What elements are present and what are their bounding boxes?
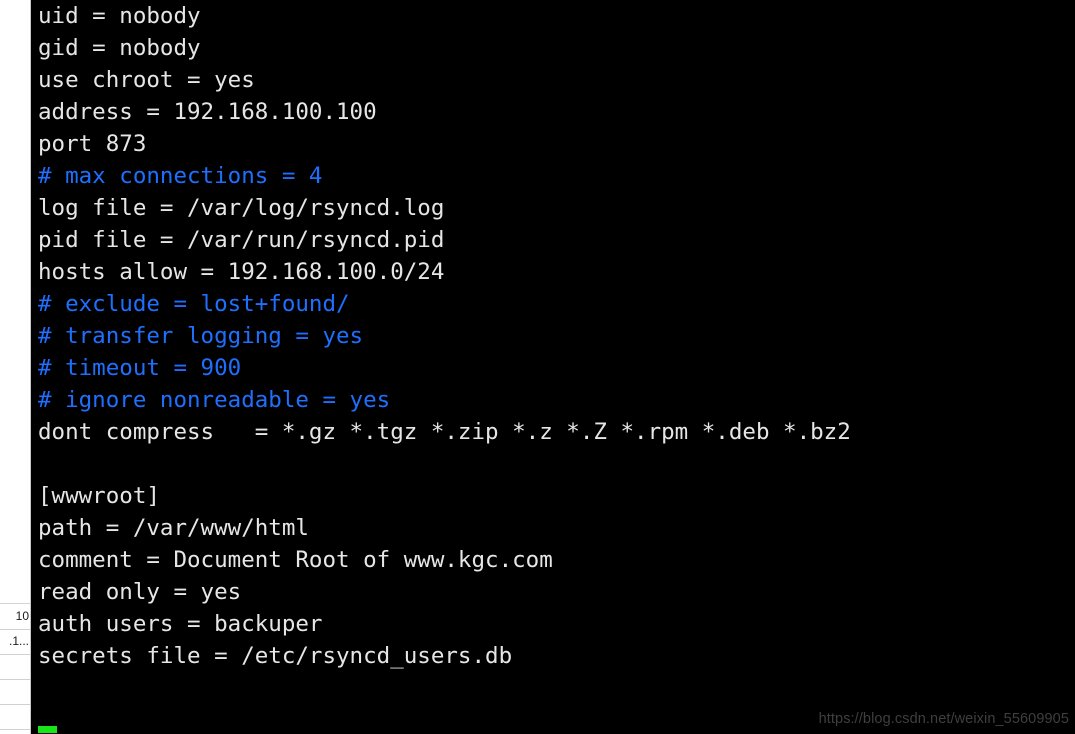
table-row[interactable] xyxy=(0,680,30,705)
terminal-line: [wwwroot] xyxy=(38,483,160,509)
terminal-line: secrets file = /etc/rsyncd_users.db xyxy=(38,643,513,669)
watermark-url: https://blog.csdn.net/weixin_55609905 xyxy=(818,711,1069,727)
terminal-line: dont compress = *.gz *.tgz *.zip *.z *.Z… xyxy=(38,419,851,445)
table-cell-value: 10 xyxy=(15,609,29,623)
table-row[interactable] xyxy=(0,655,30,680)
terminal-line: read only = yes xyxy=(38,579,242,605)
terminal-line: port 873 xyxy=(38,131,147,157)
terminal-line-comment: # max connections = 4 xyxy=(38,163,323,189)
terminal-line: address = 192.168.100.100 xyxy=(38,99,377,125)
terminal-line: gid = nobody xyxy=(38,35,201,61)
terminal-line-comment: # transfer logging = yes xyxy=(38,323,364,349)
terminal-line: pid file = /var/run/rsyncd.pid xyxy=(38,227,445,253)
terminal-text-area[interactable]: uid = nobody gid = nobody use chroot = y… xyxy=(38,0,1075,704)
terminal-line-comment: # timeout = 900 xyxy=(38,355,242,381)
text-cursor xyxy=(38,726,57,733)
terminal-line: comment = Document Root of www.kgc.com xyxy=(38,547,553,573)
table-row[interactable]: .1... xyxy=(0,630,30,655)
background-window: 10 .1... xyxy=(0,0,31,734)
terminal-line-comment: # ignore nonreadable = yes xyxy=(38,387,391,413)
terminal-line: hosts allow = 192.168.100.0/24 xyxy=(38,259,445,285)
table-row[interactable] xyxy=(0,730,30,734)
terminal-line: uid = nobody xyxy=(38,3,201,29)
terminal-line: path = /var/www/html xyxy=(38,515,309,541)
table-cell-value: .1... xyxy=(8,634,29,648)
terminal-line: auth users = backuper xyxy=(38,611,323,637)
terminal-line: log file = /var/log/rsyncd.log xyxy=(38,195,445,221)
screenshot-root: 10 .1... uid = nobody gid = nobody use c… xyxy=(0,0,1075,734)
terminal-line: use chroot = yes xyxy=(38,67,255,93)
terminal-window[interactable]: uid = nobody gid = nobody use chroot = y… xyxy=(31,0,1075,734)
background-window-upper-pane xyxy=(0,0,30,604)
table-row[interactable] xyxy=(0,705,30,730)
terminal-line-comment: # exclude = lost+found/ xyxy=(38,291,350,317)
background-spreadsheet-rows: 10 .1... xyxy=(0,605,30,734)
table-row[interactable]: 10 xyxy=(0,605,30,630)
